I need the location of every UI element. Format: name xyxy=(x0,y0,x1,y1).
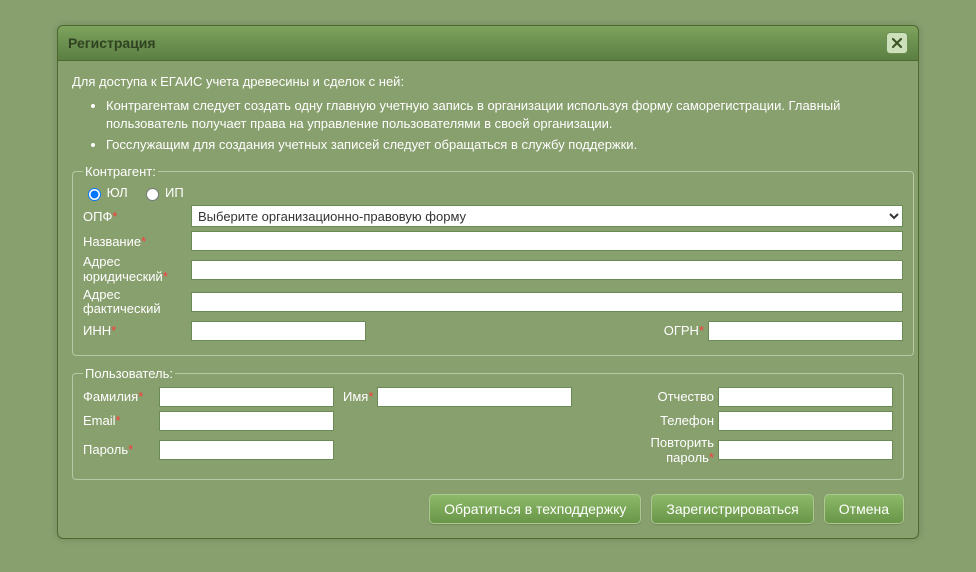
label-patronymic: Отчество xyxy=(657,389,714,404)
label-password2: Повторить пароль* xyxy=(633,435,714,465)
row-fact-addr: Адрес фактический xyxy=(83,288,903,317)
user-legend: Пользователь: xyxy=(83,366,175,381)
select-opf[interactable]: Выберите организационно-правовую форму xyxy=(191,205,903,227)
user-fieldset: Пользователь: Фамилия* Имя* Отчество Ema… xyxy=(72,366,904,480)
label-legal-addr: Адрес юридический* xyxy=(83,255,191,284)
row-name: Название* xyxy=(83,231,903,251)
label-firstname: Имя* xyxy=(343,389,373,404)
info-block: Для доступа к ЕГАИС учета древесины и сд… xyxy=(72,73,904,154)
support-button[interactable]: Обратиться в техподдержку xyxy=(429,494,641,524)
input-fact-addr[interactable] xyxy=(191,292,903,312)
radio-ul-text: ЮЛ xyxy=(107,185,128,200)
label-phone: Телефон xyxy=(660,413,714,428)
row-legal-addr: Адрес юридический* xyxy=(83,255,903,284)
label-email: Email* xyxy=(83,413,155,428)
input-firstname[interactable] xyxy=(377,387,572,407)
label-name: Название* xyxy=(83,234,191,249)
row-passwords: Пароль* Повторить пароль* xyxy=(83,435,893,465)
info-point-2: Госслужащим для создания учетных записей… xyxy=(106,136,904,154)
dialog-titlebar: Регистрация xyxy=(58,26,918,61)
input-email[interactable] xyxy=(159,411,334,431)
row-opf: ОПФ* Выберите организационно-правовую фо… xyxy=(83,205,903,227)
input-legal-addr[interactable] xyxy=(191,260,903,280)
input-lastname[interactable] xyxy=(159,387,334,407)
label-opf: ОПФ* xyxy=(83,209,191,224)
radio-ip[interactable] xyxy=(146,188,159,201)
label-ogrn: ОГРН* xyxy=(664,323,704,338)
contragent-legend: Контрагент: xyxy=(83,164,158,179)
input-password[interactable] xyxy=(159,440,334,460)
info-point-1: Контрагентам следует создать одну главну… xyxy=(106,97,904,133)
row-email-phone: Email* Телефон xyxy=(83,411,893,431)
radio-ip-label[interactable]: ИП xyxy=(141,185,183,200)
radio-ul-label[interactable]: ЮЛ xyxy=(83,185,131,200)
radio-ip-text: ИП xyxy=(165,185,184,200)
contragent-type-row: ЮЛ ИП xyxy=(83,185,903,202)
input-phone[interactable] xyxy=(718,411,893,431)
input-inn[interactable] xyxy=(191,321,366,341)
dialog-title: Регистрация xyxy=(68,35,156,51)
label-inn: ИНН* xyxy=(83,323,191,338)
row-inn-ogrn: ИНН* ОГРН* xyxy=(83,321,903,341)
input-ogrn[interactable] xyxy=(708,321,903,341)
dialog-content: Для доступа к ЕГАИС учета древесины и сд… xyxy=(58,61,918,538)
info-intro: Для доступа к ЕГАИС учета древесины и сд… xyxy=(72,73,904,91)
label-lastname: Фамилия* xyxy=(83,389,155,404)
label-password: Пароль* xyxy=(83,442,155,457)
register-button[interactable]: Зарегистрироваться xyxy=(651,494,813,524)
contragent-fieldset: Контрагент: ЮЛ ИП ОПФ* Выберите организа… xyxy=(72,164,914,356)
close-button[interactable] xyxy=(886,32,908,54)
close-icon xyxy=(891,37,903,49)
input-password2[interactable] xyxy=(718,440,893,460)
cancel-button[interactable]: Отмена xyxy=(824,494,904,524)
row-fio: Фамилия* Имя* Отчество xyxy=(83,387,893,407)
info-list: Контрагентам следует создать одну главну… xyxy=(72,97,904,154)
registration-dialog: Регистрация Для доступа к ЕГАИС учета др… xyxy=(57,25,919,539)
label-fact-addr: Адрес фактический xyxy=(83,288,191,317)
input-name[interactable] xyxy=(191,231,903,251)
button-bar: Обратиться в техподдержку Зарегистрирова… xyxy=(72,494,904,524)
radio-ul[interactable] xyxy=(88,188,101,201)
input-patronymic[interactable] xyxy=(718,387,893,407)
